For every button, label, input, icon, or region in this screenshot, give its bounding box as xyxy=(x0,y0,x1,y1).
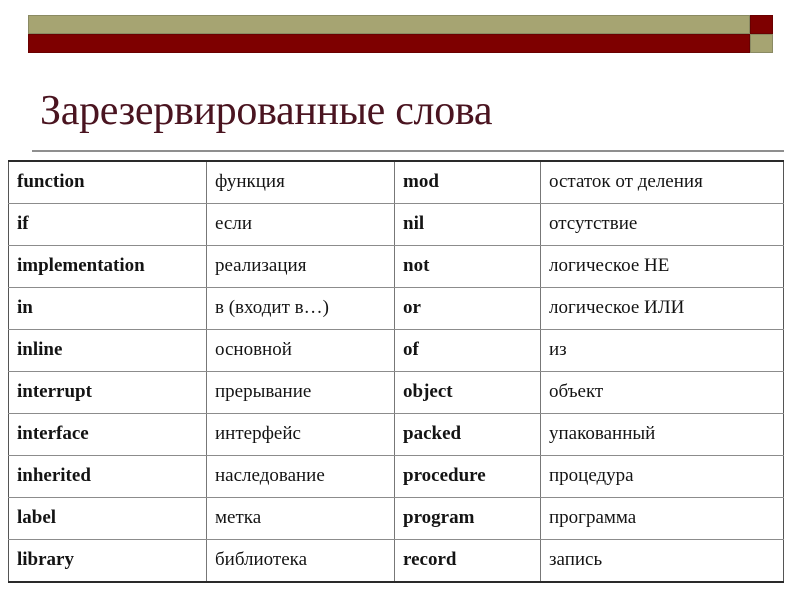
keyword-cell-left: library xyxy=(8,539,207,582)
keyword-cell-right: or xyxy=(394,287,541,330)
keyword-cell-right: packed xyxy=(394,413,541,456)
translation-cell-left: реализация xyxy=(206,245,395,288)
translation-cell-left: в (входит в…) xyxy=(206,287,395,330)
header-bar-red-end-cap xyxy=(750,15,773,34)
translation-cell-right: запись xyxy=(549,548,603,570)
header-bar-olive-segment xyxy=(28,15,750,34)
translation-cell-left: библиотека xyxy=(206,539,395,582)
header-bar-red-segment xyxy=(28,34,750,53)
translation-cell-left: метка xyxy=(206,497,395,540)
reserved-words-table: function функция mod остаток от деления … xyxy=(8,160,784,583)
keyword-cell-left: inline xyxy=(8,329,207,372)
table-row: label метка program программа xyxy=(8,497,784,540)
keyword-cell-right: object xyxy=(394,371,541,414)
translation-cell-right: программа xyxy=(540,497,784,540)
table-row: function функция mod остаток от деления xyxy=(8,161,784,204)
keyword-cell-left: label xyxy=(8,497,207,540)
keyword-cell-left: in xyxy=(8,287,207,330)
table-row: interrupt прерывание object объект xyxy=(8,371,784,414)
keyword-cell-left: inherited xyxy=(8,455,207,498)
header-bar-top-row xyxy=(28,15,773,34)
table-row: inherited наследование procedure процеду… xyxy=(8,455,784,498)
table-row: if если nil отсутствие xyxy=(8,203,784,246)
keyword-cell-right: record xyxy=(394,539,541,582)
translation-cell-right: логическое ИЛИ xyxy=(540,287,784,330)
translation-cell-right: остаток от деления xyxy=(540,161,784,204)
keyword-cell-left: interrupt xyxy=(8,371,207,414)
keyword-cell-right: of xyxy=(394,329,541,372)
keyword-cell-right: program xyxy=(394,497,541,540)
translation-cell-right: логическое НЕ xyxy=(540,245,784,288)
table-row: inline основной of из xyxy=(8,329,784,372)
keyword-cell-right: not xyxy=(394,245,541,288)
translation-cell-left: основной xyxy=(206,329,395,372)
translation-cell-left: наследование xyxy=(206,455,395,498)
keyword-cell-right: mod xyxy=(394,161,541,204)
translation-cell-right: процедура xyxy=(540,455,784,498)
table-row: library библиотека record запись xyxy=(8,539,784,582)
translation-cell-left: интерфейс xyxy=(206,413,395,456)
keyword-cell-left: implementation xyxy=(8,245,207,288)
page-title: Зарезервированные слова xyxy=(40,88,493,134)
translation-cell-left: прерывание xyxy=(206,371,395,414)
translation-cell-right: из xyxy=(540,329,784,372)
keyword-cell-right: nil xyxy=(394,203,541,246)
keyword-cell-right: procedure xyxy=(394,455,541,498)
reserved-words-table-body: function функция mod остаток от деления … xyxy=(8,161,784,582)
header-decoration-bar xyxy=(28,15,773,53)
keyword-cell-left: interface xyxy=(8,413,207,456)
translation-cell-left: если xyxy=(206,203,395,246)
translation-cell-right: упакованный xyxy=(540,413,784,456)
keyword-cell-left: if xyxy=(8,203,207,246)
table-row: interface интерфейс packed упакованный xyxy=(8,413,784,456)
translation-cell-right: объект xyxy=(540,371,784,414)
header-bar-olive-end-cap xyxy=(750,34,773,53)
translation-cell-right: отсутствие xyxy=(540,203,784,246)
title-underline-rule xyxy=(32,150,784,152)
table-row: implementation реализация not логическое… xyxy=(8,245,784,288)
translation-cell-left: функция xyxy=(206,161,395,204)
table-row: in в (входит в…) or логическое ИЛИ xyxy=(8,287,784,330)
header-bar-bottom-row xyxy=(28,34,773,53)
keyword-cell-left: function xyxy=(8,161,207,204)
